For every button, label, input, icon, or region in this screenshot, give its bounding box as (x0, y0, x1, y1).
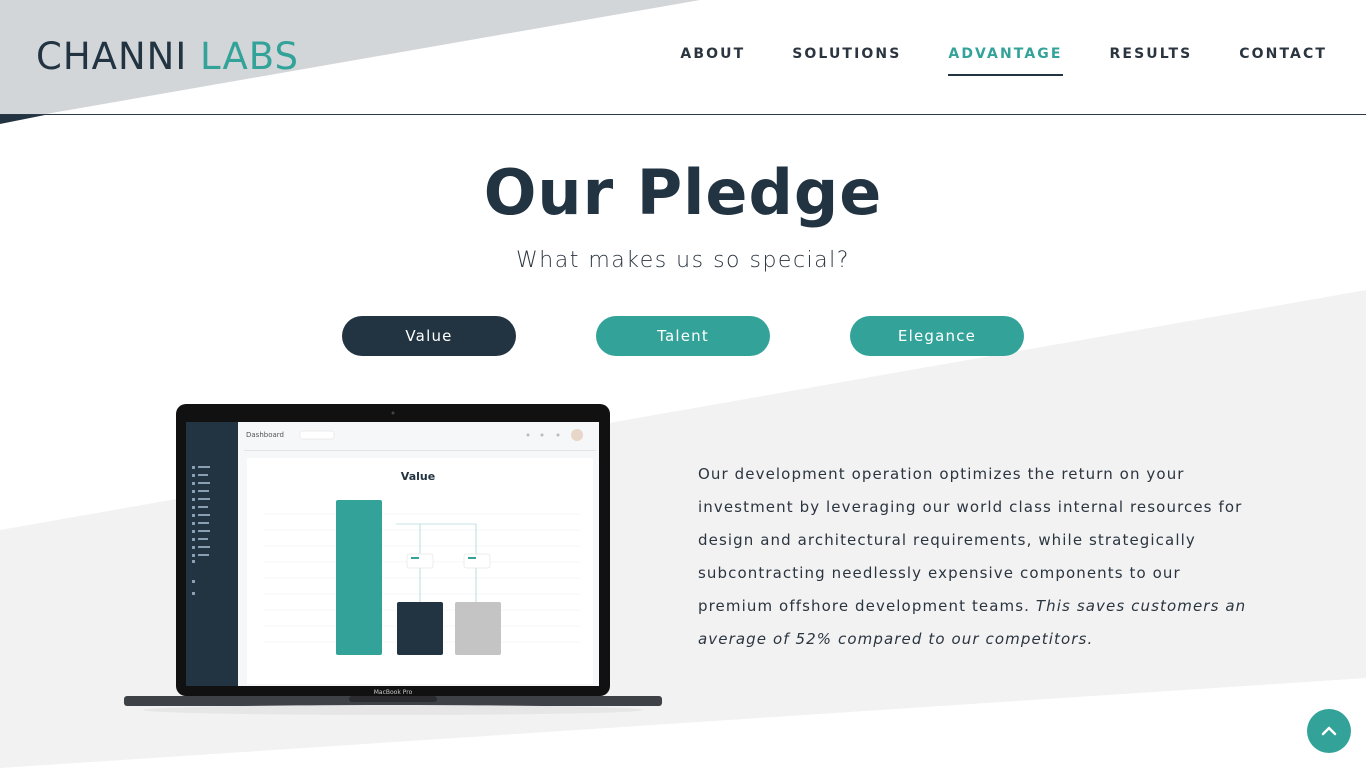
nav-contact[interactable]: CONTACT (1239, 46, 1327, 76)
scroll-to-top-button[interactable] (1307, 709, 1351, 753)
site-header: CHANNI LABS ABOUT SOLUTIONS ADVANTAGE RE… (0, 0, 1366, 115)
pledge-description: Our development operation optimizes the … (698, 458, 1258, 656)
nav-solutions[interactable]: SOLUTIONS (792, 46, 901, 76)
tab-talent[interactable]: Talent (596, 316, 770, 356)
tab-elegance[interactable]: Elegance (850, 316, 1024, 356)
logo-text-primary: CHANNI (36, 35, 188, 78)
nav-advantage[interactable]: ADVANTAGE (948, 46, 1063, 76)
laptop-illustration: Dashboard Value MacBook Pro (124, 404, 662, 724)
logo[interactable]: CHANNI LABS (36, 36, 299, 78)
device-label: MacBook Pro (374, 689, 413, 696)
nav-about[interactable]: ABOUT (680, 46, 745, 76)
screen-chart-title: Value (401, 470, 435, 483)
dashboard-label: Dashboard (246, 431, 284, 439)
pledge-tabs: Value Talent Elegance (342, 316, 1024, 356)
nav-results[interactable]: RESULTS (1110, 46, 1193, 76)
main-nav: ABOUT SOLUTIONS ADVANTAGE RESULTS CONTAC… (633, 46, 1327, 76)
section-subtitle: What makes us so special? (516, 248, 850, 273)
description-text: Our development operation optimizes the … (698, 465, 1243, 615)
logo-text-accent: LABS (200, 35, 300, 78)
tab-value[interactable]: Value (342, 316, 516, 356)
section-title: Our Pledge (483, 156, 883, 229)
chevron-up-icon (1321, 726, 1337, 736)
